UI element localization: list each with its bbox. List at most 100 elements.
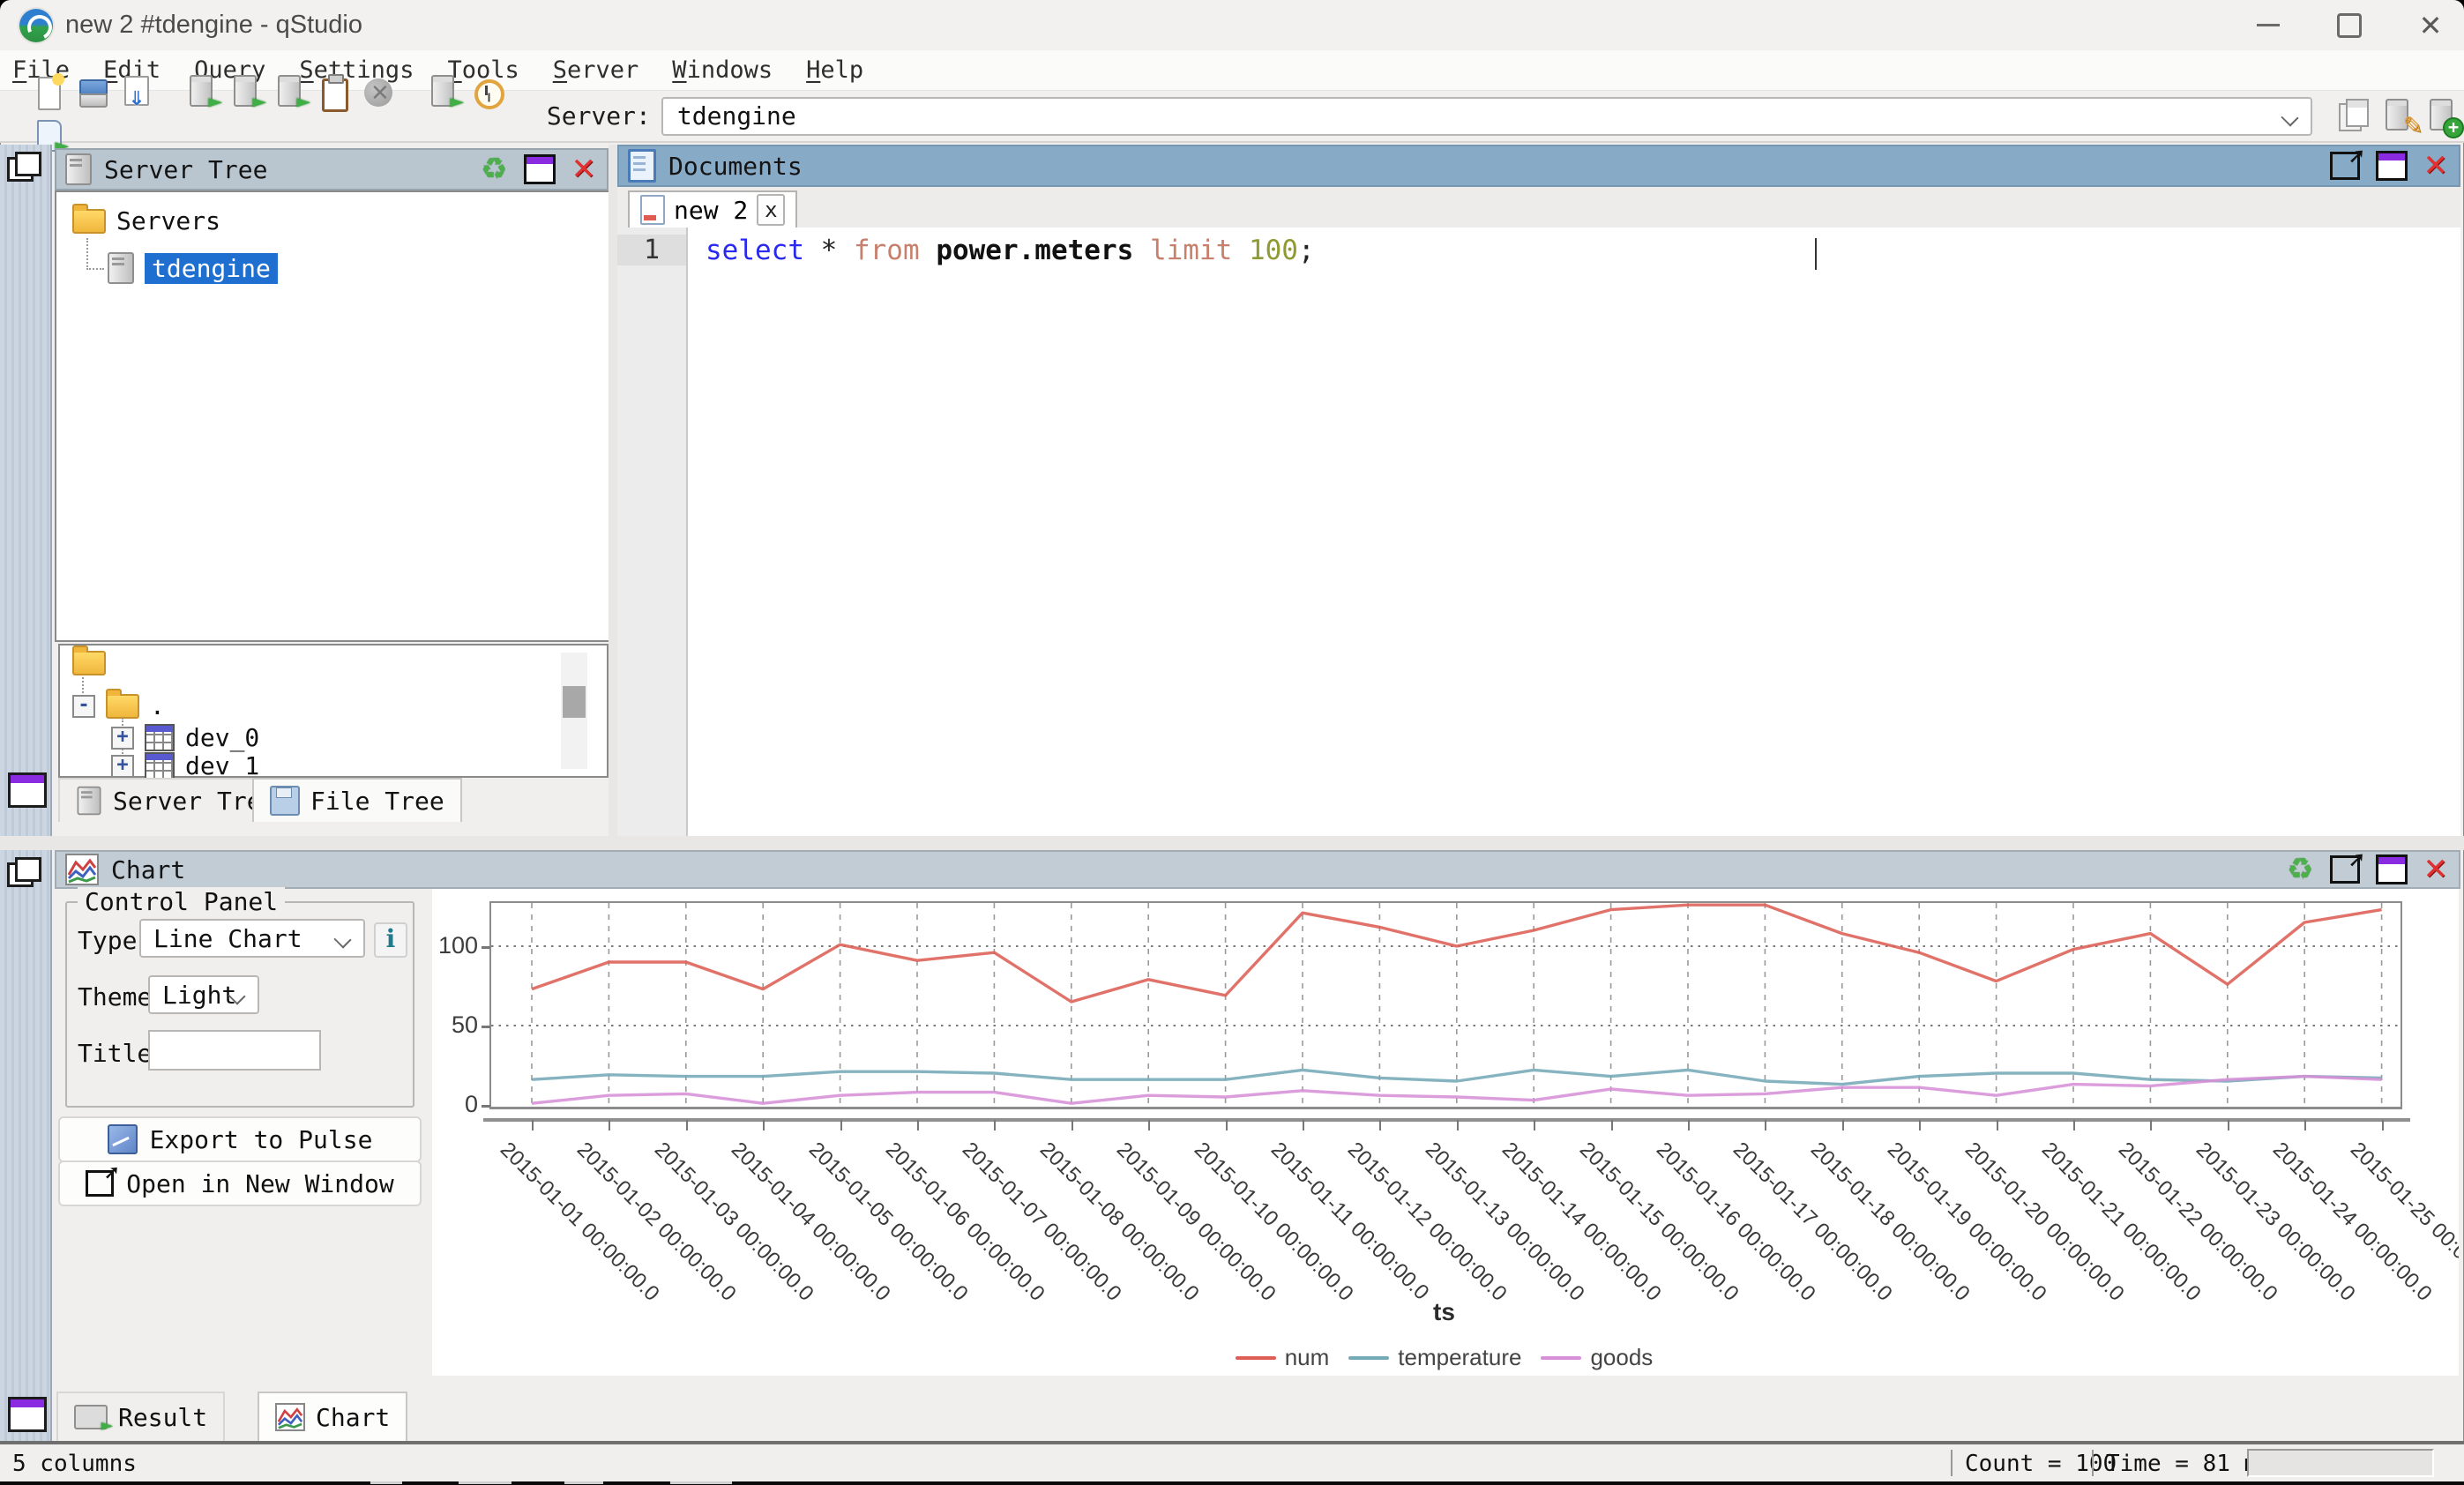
sql-token [920,235,937,266]
info-button[interactable]: i [374,922,407,958]
menu-windows[interactable]: Windows [672,56,773,84]
cascade-windows-icon[interactable] [7,152,42,182]
tab-result[interactable]: Result [56,1392,225,1441]
legend-label: goods [1590,1344,1653,1371]
refresh-icon[interactable]: ♻ [481,152,507,187]
maximize-panel-icon[interactable] [2376,151,2408,181]
stop-icon[interactable] [358,72,399,113]
close-panel-icon[interactable]: ✕ [2423,148,2449,183]
chart-panel-header: Chart ♻ ✕ [55,850,2460,889]
open-in-new-window-button[interactable]: Open in New Window [58,1160,422,1206]
chart-icon [65,854,99,885]
x-axis-tick [2150,1120,2152,1131]
sql-token [1232,235,1249,266]
execute-on-server-icon[interactable] [423,72,464,113]
popout-panel-icon[interactable] [2330,855,2360,884]
popout-panel-icon[interactable] [2330,152,2360,180]
restore-panel-icon[interactable] [8,772,47,808]
tab-chart[interactable]: Chart [258,1392,407,1441]
line-number: 1 [617,235,686,265]
status-separator [1951,1450,1953,1476]
tree-node-dot[interactable]: - . [72,691,165,720]
horizontal-splitter[interactable] [0,836,2464,850]
close-panel-icon[interactable]: ✕ [2423,852,2449,887]
qstudio-logo-icon [19,9,53,42]
x-axis-tick [2228,1120,2229,1131]
sql-code-line: select * from power.meters limit 100; [706,235,1315,266]
legend-label: num [1285,1344,1330,1371]
menu-help[interactable]: Help [806,56,863,84]
status-columns: 5 columns [12,1451,137,1477]
add-server-icon[interactable] [2422,96,2462,137]
tree-node-dev0[interactable]: + dev_0 [111,723,259,752]
cascade-windows-icon[interactable] [7,857,42,887]
maximize-panel-icon[interactable] [2376,854,2408,884]
server-combo[interactable]: tdengine [661,97,2312,136]
open-file-icon[interactable] [72,72,113,113]
close-tab-icon[interactable]: x [757,194,785,226]
x-axis-tick [1071,1120,1073,1131]
tree-node-dev1[interactable]: + dev_1 [111,751,259,780]
x-axis-tick [1611,1120,1613,1131]
tree-node-root-folder[interactable] [72,651,106,675]
x-axis-tick [2382,1120,2384,1131]
expand-expander-icon[interactable]: + [111,755,134,778]
expand-expander-icon[interactable]: + [111,727,134,750]
scrollbar-thumb[interactable] [563,686,586,718]
x-axis-tick [1534,1120,1535,1131]
execute-on-server-icon[interactable] [226,72,266,113]
table-icon [145,724,175,751]
new-document-icon[interactable] [28,72,69,113]
x-axis-tick [609,1120,610,1131]
chart-title-input[interactable] [148,1030,321,1071]
theme-select[interactable]: Light [148,975,259,1014]
scheduled-query-icon[interactable] [467,72,508,113]
save-file-icon [270,786,300,816]
upper-dock-strip [0,145,52,836]
restore-panel-icon[interactable] [8,1397,47,1432]
vertical-splitter[interactable] [609,145,617,836]
chart-type-select[interactable]: Line Chart [139,919,365,958]
control-panel-legend: Control Panel [78,887,285,916]
x-axis-tick [1303,1120,1304,1131]
background-window-fragment [670,1481,732,1484]
document-icon [628,149,656,183]
chart-plot [489,901,2402,1109]
theme-value: Light [162,981,236,1010]
tree-node-label-selected: tdengine [145,253,278,284]
copy-document-icon[interactable] [2333,96,2374,137]
menu-server[interactable]: Server [553,56,639,84]
sql-editor[interactable]: 1 select * from power.meters limit 100; [617,228,2460,836]
legend-swatch [1348,1356,1389,1360]
minimize-button[interactable] [2251,8,2286,43]
documents-panel-title: Documents [668,152,803,181]
save-download-icon[interactable] [116,72,157,113]
maximize-panel-icon[interactable] [524,154,556,184]
x-axis-tick [1997,1120,1998,1131]
scrollbar-track[interactable] [561,653,587,769]
maximize-button[interactable] [2332,8,2367,43]
tree-node-servers[interactable]: Servers [72,206,220,235]
export-to-pulse-button[interactable]: Export to Pulse [58,1116,422,1162]
execute-on-server-icon[interactable] [270,72,310,113]
edit-server-icon[interactable] [2378,96,2418,137]
document-file-icon [640,195,665,225]
lower-dock-strip [0,850,52,1443]
line-chart [491,903,2401,1107]
tab-file-tree[interactable]: File Tree [252,778,462,822]
collapse-expander-icon[interactable]: - [72,695,95,718]
clipboard-icon[interactable] [314,72,355,113]
legend-item-num: num [1236,1344,1330,1371]
refresh-icon[interactable]: ♻ [2287,852,2313,887]
tab-new-2[interactable]: new 2 x [628,190,797,228]
legend-item-goods: goods [1541,1344,1653,1371]
tree-node-tdengine[interactable]: tdengine [108,252,278,284]
close-button[interactable]: ✕ [2413,8,2448,43]
y-axis-tick [482,946,490,949]
console-icon [74,1405,108,1429]
document-tab-row: new 2 x [617,187,2460,229]
close-panel-icon[interactable]: ✕ [571,152,597,187]
x-axis-tick [763,1120,765,1131]
execute-on-server-icon[interactable] [182,72,222,113]
window-title: new 2 #tdengine - qStudio [65,11,362,40]
